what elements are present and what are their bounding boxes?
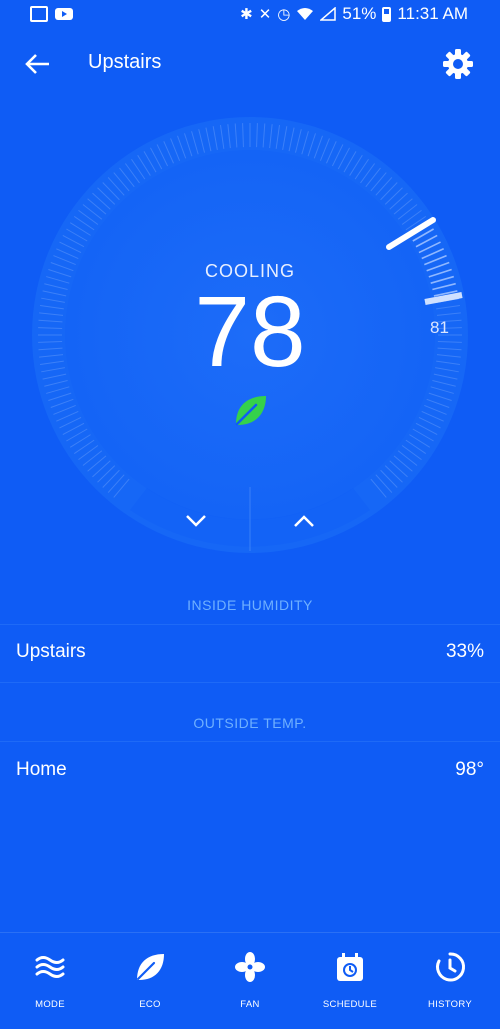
mode-waves-icon	[35, 956, 65, 978]
humidity-location: Upstairs	[16, 641, 86, 662]
nav-history[interactable]: HISTORY	[400, 933, 500, 1029]
nav-label: FAN	[240, 999, 260, 1010]
nav-label: ECO	[139, 999, 161, 1010]
current-temperature: 78	[194, 276, 306, 388]
clock-time: 11:31 AM	[397, 4, 468, 23]
inside-humidity-label: INSIDE HUMIDITY	[187, 597, 313, 613]
page-title: Upstairs	[88, 51, 162, 73]
battery-icon	[382, 6, 392, 22]
signal-icon	[320, 7, 337, 21]
fan-icon	[235, 952, 265, 982]
divider	[0, 682, 500, 683]
alarm-icon: ◷	[277, 6, 291, 23]
status-bar: ✱ ✕ ◷ 51% 11:31 AM	[0, 0, 500, 30]
youtube-icon	[55, 8, 73, 20]
battery-percent: 51%	[342, 4, 377, 23]
nav-mode[interactable]: MODE	[0, 933, 100, 1029]
outside-temp-row: Home 98°	[0, 747, 500, 793]
gmail-icon	[30, 6, 48, 22]
schedule-calendar-icon	[337, 953, 363, 981]
divider	[0, 741, 500, 742]
outside-location: Home	[16, 759, 67, 780]
back-arrow-icon[interactable]	[22, 48, 54, 80]
temperature-down-button[interactable]	[180, 505, 212, 537]
nav-schedule[interactable]: SCHEDULE	[300, 933, 400, 1029]
nav-fan[interactable]: FAN	[200, 933, 300, 1029]
nav-eco[interactable]: ECO	[100, 933, 200, 1029]
humidity-row: Upstairs 33%	[0, 629, 500, 675]
outside-temp-label: OUTSIDE TEMP.	[193, 715, 307, 731]
notification-icons	[30, 6, 74, 22]
nav-label: HISTORY	[428, 999, 472, 1010]
eco-leaf-icon	[235, 396, 266, 426]
eco-leaf-icon	[136, 954, 164, 981]
nav-label: MODE	[35, 999, 65, 1010]
settings-gear-icon[interactable]	[440, 46, 476, 82]
thermostat-dial[interactable]: COOLING 78 81	[30, 115, 470, 555]
mute-icon: ✕	[258, 6, 272, 23]
app-header: Upstairs	[0, 30, 500, 96]
humidity-value: 33%	[445, 641, 484, 662]
nav-label: SCHEDULE	[322, 999, 378, 1010]
setpoint-label: 81	[430, 318, 449, 337]
bottom-nav: MODE ECO FAN SCHEDULE HISTORY	[0, 932, 500, 1029]
outside-temp-value: 98°	[455, 759, 484, 780]
system-status: ✱ ✕ ◷ 51% 11:31 AM	[240, 4, 468, 24]
temperature-up-button[interactable]	[288, 505, 320, 537]
bluetooth-icon: ✱	[240, 6, 253, 23]
divider	[0, 624, 500, 625]
history-clock-icon	[436, 952, 466, 982]
wifi-icon	[297, 8, 314, 20]
